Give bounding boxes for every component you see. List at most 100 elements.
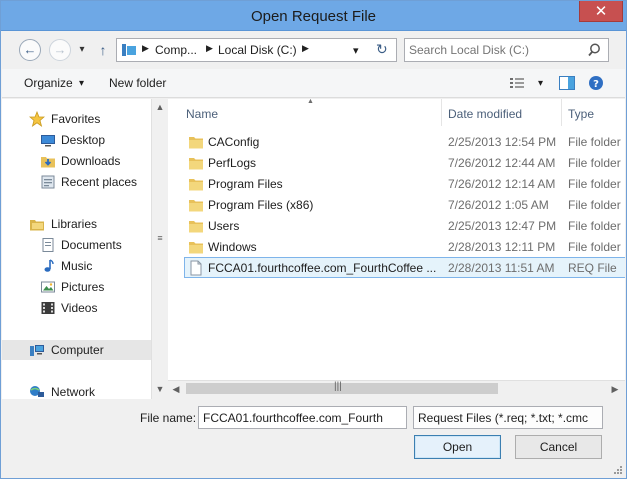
file-type: REQ File	[568, 261, 617, 275]
nav-recent-places[interactable]: Recent places	[2, 172, 151, 192]
nav-favorites[interactable]: Favorites	[2, 109, 151, 129]
file-row[interactable]: Program Files 7/26/2012 12:14 AM File fo…	[168, 173, 625, 194]
scroll-up-button[interactable]: ▲	[152, 99, 168, 115]
close-button[interactable]: ✕	[579, 1, 623, 22]
file-name: Users	[208, 219, 240, 233]
nav-downloads-label: Downloads	[61, 154, 121, 168]
scroll-down-button[interactable]: ▼	[152, 381, 168, 397]
documents-icon	[42, 238, 54, 252]
view-details-icon[interactable]	[508, 75, 526, 91]
file-row[interactable]: Users 2/25/2013 12:47 PM File folder	[168, 215, 625, 236]
file-type: File folder	[568, 219, 621, 233]
search-box[interactable]	[404, 38, 609, 62]
title-bar[interactable]: Open Request File ✕	[1, 1, 626, 31]
downloads-folder-icon	[41, 157, 55, 168]
address-bar[interactable]: ▶ Comp... ▶ Local Disk (C:) ▶ ▾ ↻	[116, 38, 397, 62]
new-folder-button[interactable]: New folder	[109, 76, 166, 90]
nav-pictures-label: Pictures	[61, 280, 105, 294]
file-date: 2/28/2013 11:51 AM	[448, 261, 555, 275]
organize-dropdown-icon[interactable]: ▾	[79, 78, 84, 89]
file-row[interactable]: CAConfig 2/25/2013 12:54 PM File folder	[168, 131, 625, 152]
search-input[interactable]	[409, 42, 584, 58]
window-title: Open Request File	[250, 8, 377, 25]
star-icon	[29, 111, 45, 127]
scroll-right-button[interactable]: ▶	[607, 381, 623, 397]
recent-locations-button[interactable]: ▾	[76, 41, 88, 59]
nav-network-label: Network	[51, 385, 96, 399]
nav-videos[interactable]: Videos	[2, 298, 151, 318]
nav-music[interactable]: Music	[2, 256, 151, 276]
nav-pictures[interactable]: Pictures	[2, 277, 151, 297]
command-bar: Organize ▾ New folder ▾ ?	[2, 69, 625, 98]
open-button[interactable]: Open	[414, 435, 501, 459]
file-name-input[interactable]: FCCA01.fourthcoffee.com_Fourth	[198, 406, 407, 429]
nav-music-label: Music	[61, 259, 93, 273]
scroll-thumb-grip[interactable]: ≡	[155, 233, 165, 243]
scroll-thumb-grip: |||	[334, 381, 342, 392]
cancel-button[interactable]: Cancel	[515, 435, 602, 459]
refresh-icon[interactable]: ↻	[376, 41, 388, 58]
nav-computer-label: Computer	[51, 343, 104, 357]
folder-icon	[189, 158, 203, 170]
breadcrumb-computer[interactable]: Comp...	[155, 43, 197, 57]
column-name-label: Name	[186, 107, 219, 121]
breadcrumb-local-disk[interactable]: Local Disk (C:)	[218, 43, 297, 57]
forward-button[interactable]: →	[49, 39, 71, 61]
search-icon[interactable]	[588, 42, 604, 58]
file-date: 7/26/2012 12:14 AM	[448, 177, 556, 191]
document-file-icon	[190, 260, 202, 276]
preview-pane-icon[interactable]	[558, 75, 576, 91]
file-row[interactable]: Windows 2/28/2013 12:11 PM File folder	[168, 236, 625, 257]
file-type: File folder	[568, 135, 621, 149]
nav-downloads[interactable]: Downloads	[2, 151, 151, 171]
file-date: 7/26/2012 1:05 AM	[448, 198, 549, 212]
nav-recent-places-label: Recent places	[61, 175, 138, 189]
file-type: File folder	[568, 177, 621, 191]
organize-button[interactable]: Organize	[24, 76, 73, 90]
help-icon[interactable]: ?	[587, 75, 605, 91]
column-header-date[interactable]: Date modified	[442, 99, 562, 126]
file-list-horizontal-scrollbar[interactable]: ◀ ||| ▶	[168, 380, 625, 396]
file-row-selected[interactable]: FCCA01.fourthcoffee.com_FourthCoffee ...…	[168, 257, 625, 278]
nav-libraries[interactable]: Libraries	[2, 214, 151, 234]
scroll-thumb[interactable]: |||	[186, 381, 498, 394]
resize-grip-icon[interactable]	[613, 465, 623, 475]
videos-icon	[41, 302, 55, 314]
file-name: Windows	[208, 240, 257, 254]
folder-icon	[189, 221, 203, 233]
nav-favorites-label: Favorites	[51, 112, 101, 126]
up-button[interactable]: ↑	[97, 41, 109, 59]
view-dropdown-icon[interactable]: ▾	[538, 78, 543, 89]
nav-documents[interactable]: Documents	[2, 235, 151, 255]
nav-network[interactable]: Network	[2, 382, 151, 399]
address-dropdown-button[interactable]: ▾	[353, 44, 359, 57]
file-type-filter-value: Request Files (*.req; *.txt; *.cmc	[418, 411, 589, 425]
column-date-label: Date modified	[448, 107, 523, 121]
computer-icon	[122, 44, 136, 56]
file-name: Program Files	[208, 177, 283, 191]
nav-desktop-label: Desktop	[61, 133, 106, 147]
back-button[interactable]: ←	[19, 39, 41, 61]
file-name: CAConfig	[208, 135, 260, 149]
file-row[interactable]: Program Files (x86) 7/26/2012 1:05 AM Fi…	[168, 194, 625, 215]
column-header-type[interactable]: Type	[562, 99, 625, 126]
navigation-pane-scrollbar[interactable]: ▲ ≡ ▼	[151, 99, 167, 399]
file-date: 2/25/2013 12:54 PM	[448, 135, 557, 149]
file-name: Program Files (x86)	[208, 198, 314, 212]
column-header-name[interactable]: Name ▲	[168, 99, 442, 126]
file-list[interactable]: Name ▲ Date modified Type CAConfig 2/25/…	[168, 99, 625, 381]
file-type-filter-select[interactable]: Request Files (*.req; *.txt; *.cmc	[413, 406, 603, 429]
file-name: FCCA01.fourthcoffee.com_FourthCoffee ...	[208, 261, 437, 275]
nav-desktop[interactable]: Desktop	[2, 130, 151, 150]
scroll-left-button[interactable]: ◀	[168, 381, 184, 397]
navigation-pane[interactable]: Favorites Desktop Downloads Recent place…	[2, 99, 151, 399]
nav-computer[interactable]: Computer	[2, 340, 151, 360]
nav-documents-label: Documents	[61, 238, 122, 252]
breadcrumb-separator-icon: ▶	[206, 43, 213, 53]
file-date: 2/28/2013 12:11 PM	[448, 240, 556, 254]
file-date: 7/26/2012 12:44 AM	[448, 156, 556, 170]
file-name: PerfLogs	[208, 156, 257, 170]
file-row[interactable]: PerfLogs 7/26/2012 12:44 AM File folder	[168, 152, 625, 173]
breadcrumb-separator-icon: ▶	[302, 43, 309, 53]
folder-icon	[189, 200, 203, 212]
